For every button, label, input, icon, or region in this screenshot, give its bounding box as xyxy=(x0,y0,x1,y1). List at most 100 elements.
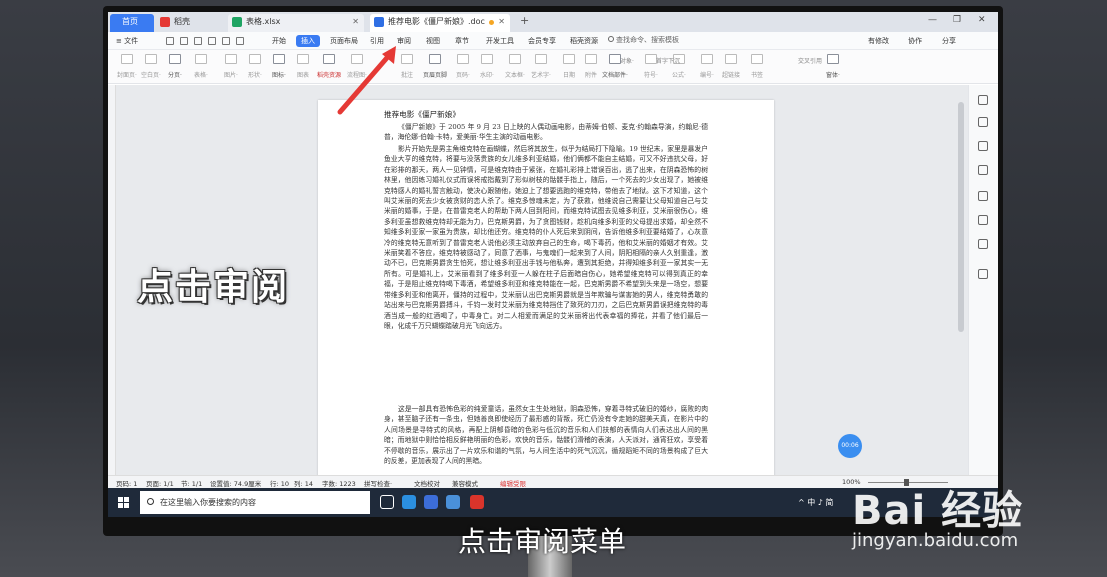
print-icon[interactable] xyxy=(180,37,188,45)
ribbon-button[interactable]: 窗体· xyxy=(820,54,846,79)
ribbon-button-label: 水印· xyxy=(480,72,494,79)
ribbon-button-label: 编号· xyxy=(700,72,714,79)
adjust-icon[interactable] xyxy=(978,165,988,175)
close-tab-icon[interactable]: ✕ xyxy=(352,14,359,30)
ribbon-button[interactable]: 空白页· xyxy=(138,54,164,79)
ribbon-tool-icon xyxy=(701,54,713,64)
taskbar-search[interactable]: 在这里输入你要搜索的内容 xyxy=(140,491,370,514)
tab-doc[interactable]: 推荐电影《僵尸新娘》.doc ✕ xyxy=(370,14,510,32)
ribbon-button[interactable]: 表格· xyxy=(188,54,214,79)
system-tray[interactable]: ^ 中 ♪ 简 xyxy=(798,497,833,508)
watermark-url: jingyan.baidu.com xyxy=(852,530,1019,551)
browser-icon[interactable] xyxy=(424,495,438,509)
menu-chapter[interactable]: 章节 xyxy=(455,35,469,47)
image-icon[interactable] xyxy=(978,215,988,225)
baidu-watermark: Bai 经验 jingyan.baidu.com xyxy=(852,478,1023,551)
ribbon-button[interactable]: 超链接 xyxy=(718,54,744,79)
save-icon[interactable] xyxy=(166,37,174,45)
document-paragraph: 这是一部具有恐怖色彩的纯爱童话，虽然女主生处地狱，阴森恐怖，穿着寻特式破旧的婚纱… xyxy=(384,405,708,466)
ribbon-button[interactable]: 页码· xyxy=(450,54,476,79)
cross-reference-button[interactable]: 交叉引用 xyxy=(798,56,822,68)
ribbon-button-label: 书签 xyxy=(750,72,763,79)
ribbon-button[interactable]: 水印· xyxy=(474,54,500,79)
ribbon-button[interactable]: 文本框· xyxy=(502,54,528,79)
command-search[interactable]: 查找命令、搜索模板 xyxy=(608,35,679,45)
ribbon-button-label: 图表 xyxy=(296,72,309,79)
undo-icon[interactable] xyxy=(222,37,230,45)
ribbon-tool-icon xyxy=(249,54,261,64)
task-view-icon[interactable] xyxy=(380,495,394,509)
edge-icon[interactable] xyxy=(402,495,416,509)
tab-daoke[interactable]: 稻壳 xyxy=(156,14,226,32)
ribbon-tool-icon xyxy=(225,54,237,64)
select-icon[interactable] xyxy=(978,141,988,151)
ribbon-button-label: 页眉页脚 xyxy=(422,72,447,79)
object-button[interactable]: 对象· xyxy=(620,56,634,68)
status-row: 行: 10 xyxy=(270,480,290,488)
wps-icon[interactable] xyxy=(470,495,484,509)
arrow-shaft xyxy=(337,49,395,115)
search-icon xyxy=(147,498,154,505)
ribbon-button-label: 形状· xyxy=(248,72,262,79)
ribbon-button[interactable]: 艺术字· xyxy=(528,54,554,79)
drop-cap-button[interactable]: 首字下沉 xyxy=(656,56,680,68)
windows-start-icon[interactable] xyxy=(118,497,129,508)
tab-home[interactable]: 首页 xyxy=(110,14,154,32)
ribbon-button[interactable]: 图表 xyxy=(290,54,316,79)
redo-icon[interactable] xyxy=(236,37,244,45)
ribbon-button-label: 图标· xyxy=(272,72,286,79)
ribbon-button[interactable]: 分页· xyxy=(162,54,188,79)
lock-icon[interactable] xyxy=(978,269,988,279)
ribbon-tool-icon xyxy=(585,54,597,64)
ribbon-button-label: 表格· xyxy=(194,72,208,79)
unsaved-dot-icon xyxy=(489,20,494,25)
restricted-edit-label[interactable]: 编辑受限 xyxy=(500,478,526,488)
menu-insert[interactable]: 插入 xyxy=(296,35,320,47)
close-window-button[interactable]: ✕ xyxy=(978,15,986,25)
insert-ribbon: 封面页· 空白页· 分页· 表格· 图片· 形状· 图标· 图表 稻壳资源 流程图· 批注 页眉页脚页… xyxy=(108,50,998,84)
menu-view[interactable]: 视图 xyxy=(426,35,440,47)
vertical-scrollbar[interactable] xyxy=(958,102,964,332)
ribbon-button[interactable]: 编号· xyxy=(694,54,720,79)
pin-icon[interactable] xyxy=(978,95,988,105)
ribbon-button-label: 页码· xyxy=(456,72,470,79)
pen-icon[interactable] xyxy=(978,117,988,127)
explorer-icon[interactable] xyxy=(446,495,460,509)
menu-member[interactable]: 会员专享 xyxy=(528,35,556,47)
share-button[interactable]: 分享 xyxy=(942,35,956,47)
ribbon-button[interactable]: 形状· xyxy=(242,54,268,79)
collaborate-button[interactable]: 协作 xyxy=(908,35,922,47)
export-icon[interactable] xyxy=(194,37,202,45)
ribbon-button-label: 分页· xyxy=(168,72,182,79)
ribbon-button[interactable]: 封面页· xyxy=(114,54,140,79)
ribbon-button[interactable]: 页眉页脚 xyxy=(422,54,448,79)
ribbon-button[interactable]: 附件 xyxy=(578,54,604,79)
vertical-ruler xyxy=(108,85,116,475)
menu-developer[interactable]: 开发工具 xyxy=(486,35,514,47)
close-tab-icon[interactable]: ✕ xyxy=(498,14,505,30)
help-icon[interactable] xyxy=(978,191,988,201)
proofread-button[interactable]: 文档校对 xyxy=(414,478,440,488)
new-tab-button[interactable]: + xyxy=(520,14,529,27)
ribbon-button[interactable]: 书签 xyxy=(744,54,770,79)
ribbon-tool-icon xyxy=(827,54,839,64)
preview-icon[interactable] xyxy=(208,37,216,45)
ribbon-tool-icon xyxy=(535,54,547,64)
ribbon-button-label: 公式· xyxy=(672,72,686,79)
tab-daoke-label: 稻壳 xyxy=(174,17,190,26)
tab-xlsx[interactable]: 表格.xlsx ✕ xyxy=(228,14,364,32)
location-icon[interactable] xyxy=(978,239,988,249)
ribbon-button[interactable]: 图片· xyxy=(218,54,244,79)
ribbon-tool-icon xyxy=(273,54,285,64)
file-menu[interactable]: ≡ 文件 xyxy=(116,35,138,47)
spell-check-button[interactable]: 拼写检查· xyxy=(364,478,392,488)
compat-mode-label: 兼容模式 xyxy=(452,480,478,488)
changes-button[interactable]: 有修改 xyxy=(868,35,889,47)
status-pages: 页面: 1/1 xyxy=(146,480,174,488)
menu-start[interactable]: 开始 xyxy=(272,35,286,47)
minimize-button[interactable]: — xyxy=(928,15,937,25)
tab-xlsx-label: 表格.xlsx xyxy=(246,17,281,26)
ribbon-button[interactable]: 图标· xyxy=(266,54,292,79)
maximize-button[interactable]: ❐ xyxy=(953,15,961,25)
menu-daoke-resources[interactable]: 稻壳资源 xyxy=(570,35,598,47)
